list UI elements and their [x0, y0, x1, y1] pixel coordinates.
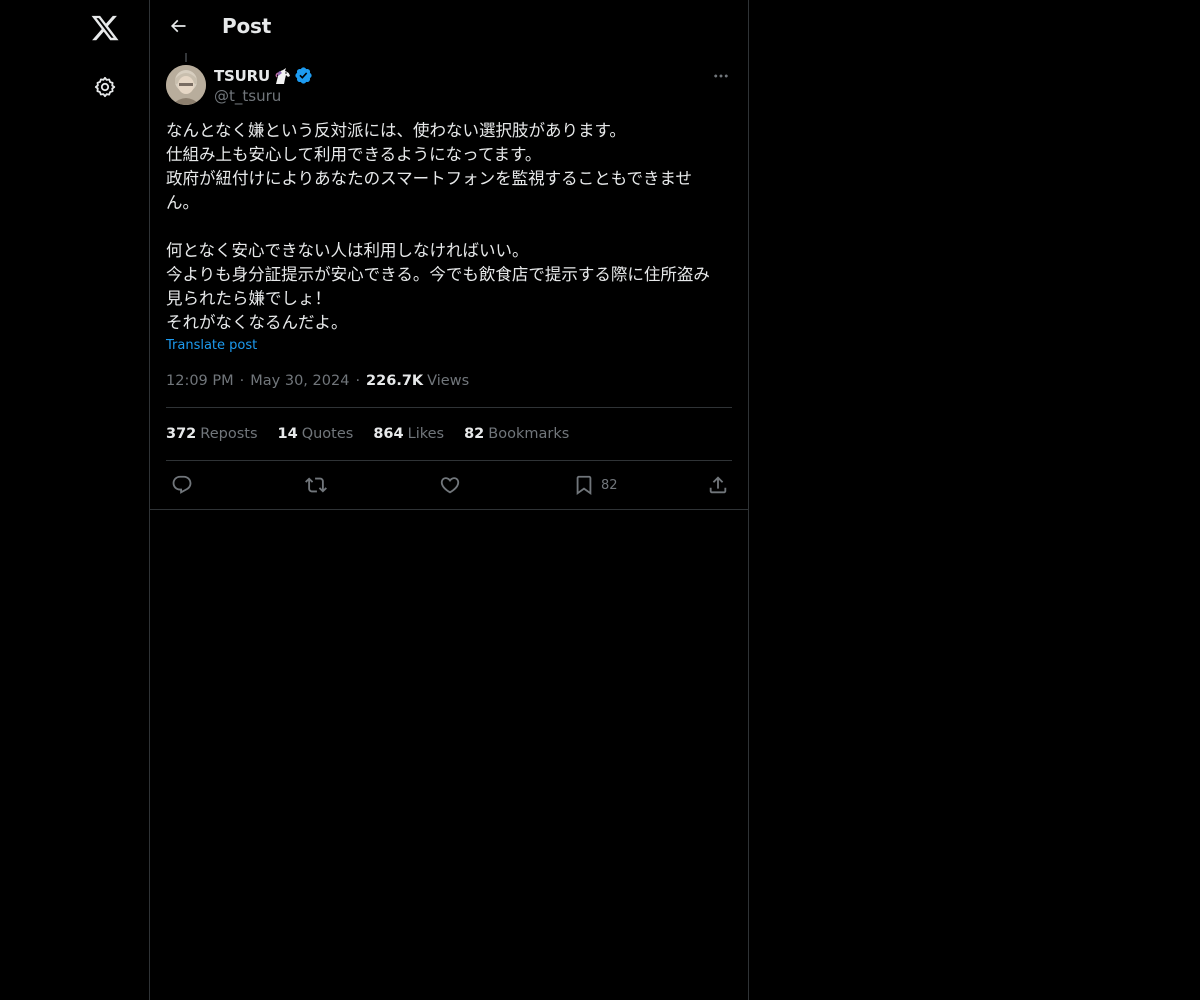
author-handle[interactable]: @t_tsuru	[214, 87, 281, 105]
more-button[interactable]	[710, 65, 732, 87]
post-text-line: それがなくなるんだよ。	[166, 313, 348, 332]
views-count: 226.7K	[366, 373, 424, 389]
reply-icon	[172, 475, 192, 494]
post-text-line: 何となく安心できない人は利用しなければいい。	[166, 241, 529, 260]
post-detail: TSURU @t_tsuru なんとなく嫌という反対派には、使わない選択肢があり…	[150, 62, 748, 510]
meta-separator: ·	[239, 373, 245, 389]
share-icon	[709, 476, 727, 494]
left-nav-rail	[0, 0, 150, 1000]
primary-column: Post TSURU @t_tsuru なんとなく嫌という反対派には、使わない選…	[149, 0, 749, 1000]
reposts-label: Reposts	[200, 426, 258, 442]
quotes-stat[interactable]: 14 Quotes	[278, 426, 354, 442]
post-text-line: 今よりも身分証提示が安心できる。今でも飲食店で提示する際に住所盗み	[166, 265, 710, 284]
gear-icon[interactable]	[80, 62, 130, 112]
reposts-stat[interactable]: 372 Reposts	[166, 426, 258, 442]
meta-separator: ·	[355, 373, 361, 389]
thread-connector-line	[185, 53, 187, 62]
arrow-left-icon	[170, 19, 186, 33]
bookmarks-count: 82	[464, 426, 485, 442]
divider	[166, 407, 732, 408]
post-text-line: なんとなく嫌という反対派には、使わない選択肢があります。	[166, 121, 626, 140]
quotes-label: Quotes	[301, 426, 354, 442]
verified-badge-icon	[294, 66, 313, 85]
repost-icon	[305, 477, 327, 493]
bookmark-button[interactable]: 82	[573, 473, 618, 497]
page-title: Post	[222, 14, 272, 38]
unicorn-emoji-icon	[272, 67, 292, 85]
divider	[166, 460, 732, 461]
reposts-count: 372	[166, 426, 197, 442]
avatar[interactable]	[166, 65, 206, 105]
post-text-line: ん。	[166, 193, 199, 212]
bookmark-count: 82	[601, 477, 618, 493]
bookmark-icon	[576, 475, 592, 496]
post-metadata: 12:09 PM · May 30, 2024 · 226.7K Views	[166, 373, 469, 389]
post-text: なんとなく嫌という反対派には、使わない選択肢があります。 仕組み上も安心して利用…	[166, 119, 736, 335]
likes-stat[interactable]: 864 Likes	[373, 426, 444, 442]
share-button[interactable]	[707, 473, 729, 497]
likes-count: 864	[373, 426, 404, 442]
bookmarks-stat[interactable]: 82 Bookmarks	[464, 426, 569, 442]
more-horizontal-icon	[714, 74, 728, 78]
post-text-line: 仕組み上も安心して利用できるようになってます。	[166, 145, 542, 164]
views-label: Views	[427, 373, 470, 389]
post-text-line: 見られたら嫌でしょ！	[166, 289, 331, 308]
quotes-count: 14	[277, 426, 298, 442]
page-header: Post	[150, 0, 748, 53]
post-date[interactable]: May 30, 2024	[250, 373, 349, 389]
x-logo-icon[interactable]	[80, 3, 130, 53]
post-time[interactable]: 12:09 PM	[166, 373, 234, 389]
reply-button[interactable]	[171, 473, 193, 497]
heart-icon	[440, 477, 460, 494]
back-button[interactable]	[161, 9, 195, 43]
post-text-line: 政府が紐付けによりあなたのスマートフォンを監視することもできませ	[166, 169, 693, 188]
action-bar: 82	[150, 473, 748, 497]
repost-button[interactable]	[305, 473, 327, 497]
translate-post-link[interactable]: Translate post	[166, 338, 257, 353]
post-text-blank-line	[166, 215, 736, 239]
engagement-stats: 372 Reposts 14 Quotes 864 Likes 82 Bookmarks	[166, 426, 589, 442]
likes-label: Likes	[407, 426, 445, 442]
author-name[interactable]: TSURU	[214, 67, 270, 85]
like-button[interactable]	[439, 473, 461, 497]
bookmarks-label: Bookmarks	[488, 426, 570, 442]
author-name-row[interactable]: TSURU	[214, 66, 313, 85]
